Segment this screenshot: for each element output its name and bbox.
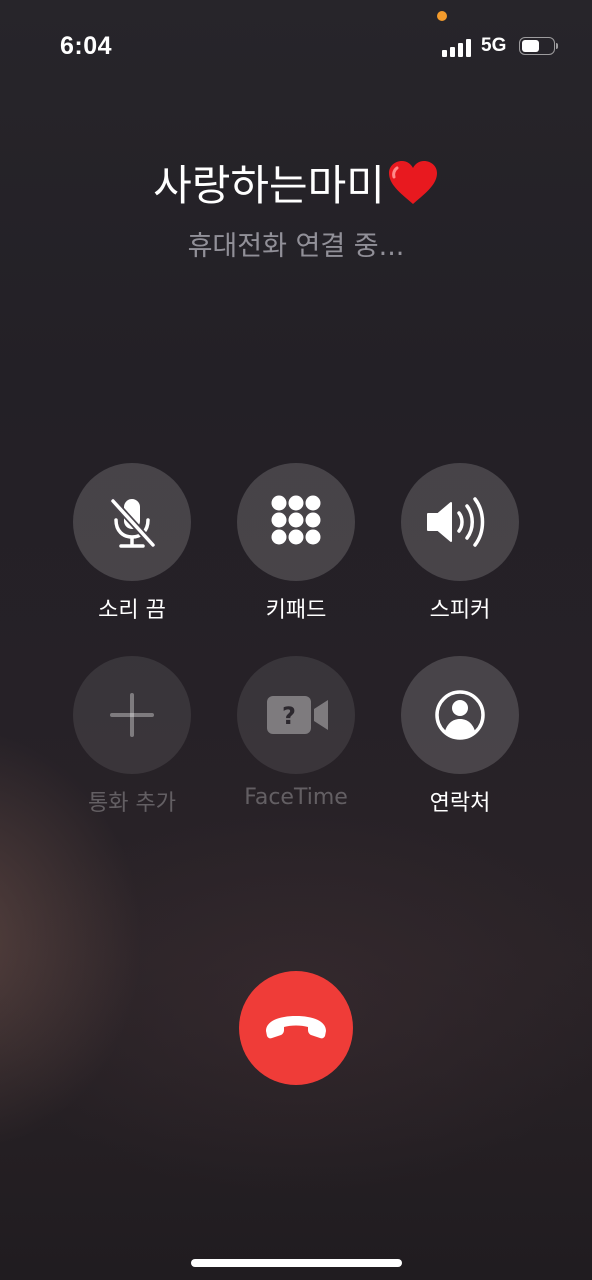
svg-text:?: ? bbox=[282, 702, 296, 730]
status-time: 6:04 bbox=[60, 32, 113, 60]
add-call-label: 통화 추가 bbox=[88, 791, 176, 816]
keypad-button[interactable] bbox=[237, 463, 355, 581]
call-status: 휴대전화 연결 중... bbox=[187, 231, 405, 262]
battery-icon bbox=[519, 37, 558, 57]
speaker-label: 스피커 bbox=[429, 598, 491, 623]
contacts-button[interactable] bbox=[401, 656, 519, 774]
contacts-label: 연락처 bbox=[429, 791, 491, 816]
speaker-wave-icon bbox=[427, 497, 485, 547]
home-indicator[interactable] bbox=[191, 1259, 402, 1267]
person-circle-icon bbox=[435, 690, 485, 740]
facetime-unknown-icon: ? bbox=[267, 696, 328, 734]
phone-hangup-icon bbox=[266, 1016, 326, 1039]
facetime-button[interactable]: ? bbox=[237, 656, 355, 774]
mute-label: 소리 끔 bbox=[98, 598, 166, 623]
red-heart-icon bbox=[388, 161, 437, 204]
add-call-button[interactable] bbox=[73, 656, 191, 774]
microphone-slash-icon bbox=[109, 497, 157, 549]
keypad-grid-icon bbox=[271, 495, 321, 545]
mute-button[interactable] bbox=[73, 463, 191, 581]
privacy-indicator-dot bbox=[437, 11, 447, 21]
caller-name-text: 사랑하는마미 bbox=[153, 161, 385, 210]
end-call-button[interactable] bbox=[239, 971, 353, 1085]
network-type: 5G bbox=[481, 35, 507, 56]
call-screen: 6:04 5G 사랑하는마미 휴대전화 연결 중... 소리 끔 키패드 스피커… bbox=[0, 0, 592, 1280]
speaker-button[interactable] bbox=[401, 463, 519, 581]
facetime-label: FaceTime bbox=[244, 785, 348, 810]
plus-icon bbox=[110, 693, 154, 737]
caller-name: 사랑하는마미 bbox=[0, 158, 592, 214]
cellular-signal-icon bbox=[442, 37, 474, 57]
keypad-label: 키패드 bbox=[265, 598, 327, 623]
